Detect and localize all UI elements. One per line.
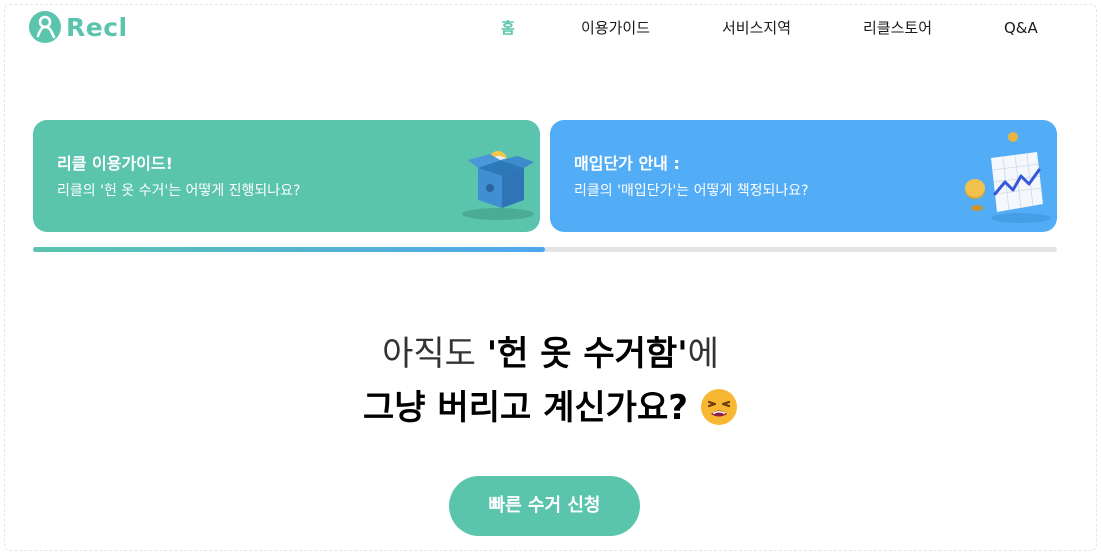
- headline-line-2: 그냥 버리고 계신가요?: [0, 386, 1101, 430]
- nav-item-qna[interactable]: Q&A: [1004, 17, 1038, 39]
- banner-title: 매입단가 안내 :: [574, 154, 680, 173]
- nav-item-store[interactable]: 리클스토어: [863, 17, 932, 39]
- nav-item-guide[interactable]: 이용가이드: [581, 17, 650, 39]
- tired-face-emoji: [700, 388, 737, 425]
- chart-coins-icon: [965, 132, 1051, 223]
- header: Recl 홈 이용가이드 서비스지역 리클스토어 Q&A: [0, 0, 1101, 56]
- nav-item-home[interactable]: 홈: [501, 17, 515, 39]
- slider-progress-track[interactable]: [33, 247, 1057, 252]
- banner-subtitle: 리클의 '헌 옷 수거'는 어떻게 진행되나요?: [57, 183, 301, 199]
- slider-progress-fill: [33, 247, 545, 252]
- quick-pickup-request-button[interactable]: 빠른 수거 신청: [449, 476, 640, 536]
- banner-card-guide[interactable]: 리클 이용가이드! 리클의 '헌 옷 수거'는 어떻게 진행되나요?: [33, 120, 540, 232]
- banner-title: 리클 이용가이드!: [57, 154, 173, 173]
- box-icon: [462, 151, 534, 220]
- nav-item-service-area[interactable]: 서비스지역: [722, 17, 791, 39]
- headline-question: 그냥 버리고 계신가요?: [363, 388, 688, 428]
- headline-prefix: 아직도: [382, 334, 487, 374]
- main-nav: 홈 이용가이드 서비스지역 리클스토어 Q&A: [0, 17, 1101, 41]
- headline-emphasis: '헌 옷 수거함': [486, 334, 688, 374]
- banner-card-pricing[interactable]: 매입단가 안내 : 리클의 '매입단가'는 어떻게 책정되나요?: [550, 120, 1057, 232]
- page-frame: [4, 4, 1097, 551]
- banner-subtitle: 리클의 '매입단가'는 어떻게 책정되나요?: [574, 183, 809, 199]
- headline-line-1: 아직도 '헌 옷 수거함'에: [0, 332, 1101, 376]
- headline-suffix: 에: [687, 334, 719, 374]
